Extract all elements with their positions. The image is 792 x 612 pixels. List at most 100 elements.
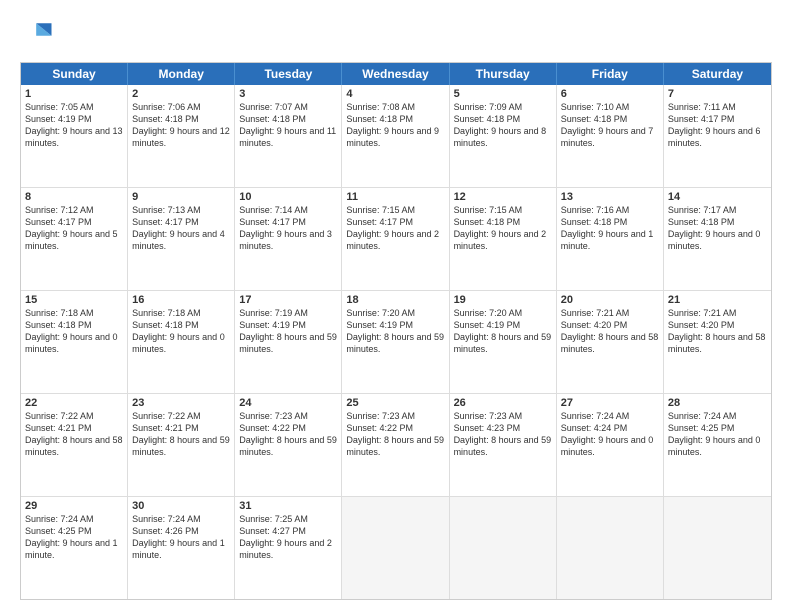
day-cell-11: 11Sunrise: 7:15 AMSunset: 4:17 PMDayligh… [342,188,449,290]
day-info: Sunrise: 7:08 AMSunset: 4:18 PMDaylight:… [346,101,444,150]
day-number: 27 [561,397,659,409]
day-cell-23: 23Sunrise: 7:22 AMSunset: 4:21 PMDayligh… [128,394,235,496]
day-info: Sunrise: 7:18 AMSunset: 4:18 PMDaylight:… [132,307,230,356]
header-day-friday: Friday [557,63,664,85]
day-number: 25 [346,397,444,409]
day-number: 12 [454,191,552,203]
day-number: 6 [561,88,659,100]
day-info: Sunrise: 7:21 AMSunset: 4:20 PMDaylight:… [668,307,767,356]
header-day-wednesday: Wednesday [342,63,449,85]
day-info: Sunrise: 7:20 AMSunset: 4:19 PMDaylight:… [346,307,444,356]
day-info: Sunrise: 7:12 AMSunset: 4:17 PMDaylight:… [25,204,123,253]
day-number: 1 [25,88,123,100]
day-number: 11 [346,191,444,203]
day-info: Sunrise: 7:24 AMSunset: 4:25 PMDaylight:… [25,513,123,562]
day-number: 20 [561,294,659,306]
day-info: Sunrise: 7:24 AMSunset: 4:24 PMDaylight:… [561,410,659,459]
day-info: Sunrise: 7:13 AMSunset: 4:17 PMDaylight:… [132,204,230,253]
day-number: 24 [239,397,337,409]
day-info: Sunrise: 7:14 AMSunset: 4:17 PMDaylight:… [239,204,337,253]
day-info: Sunrise: 7:23 AMSunset: 4:22 PMDaylight:… [346,410,444,459]
day-cell-31: 31Sunrise: 7:25 AMSunset: 4:27 PMDayligh… [235,497,342,599]
day-number: 4 [346,88,444,100]
day-cell-1: 1Sunrise: 7:05 AMSunset: 4:19 PMDaylight… [21,85,128,187]
day-cell-21: 21Sunrise: 7:21 AMSunset: 4:20 PMDayligh… [664,291,771,393]
day-number: 18 [346,294,444,306]
day-cell-7: 7Sunrise: 7:11 AMSunset: 4:17 PMDaylight… [664,85,771,187]
day-cell-5: 5Sunrise: 7:09 AMSunset: 4:18 PMDaylight… [450,85,557,187]
calendar-row-5: 29Sunrise: 7:24 AMSunset: 4:25 PMDayligh… [21,497,771,599]
day-number: 29 [25,500,123,512]
calendar-row-3: 15Sunrise: 7:18 AMSunset: 4:18 PMDayligh… [21,291,771,394]
day-info: Sunrise: 7:24 AMSunset: 4:26 PMDaylight:… [132,513,230,562]
header [20,16,772,52]
empty-cell [557,497,664,599]
calendar-row-1: 1Sunrise: 7:05 AMSunset: 4:19 PMDaylight… [21,85,771,188]
day-info: Sunrise: 7:22 AMSunset: 4:21 PMDaylight:… [132,410,230,459]
header-day-thursday: Thursday [450,63,557,85]
day-info: Sunrise: 7:18 AMSunset: 4:18 PMDaylight:… [25,307,123,356]
day-cell-13: 13Sunrise: 7:16 AMSunset: 4:18 PMDayligh… [557,188,664,290]
day-cell-12: 12Sunrise: 7:15 AMSunset: 4:18 PMDayligh… [450,188,557,290]
day-info: Sunrise: 7:16 AMSunset: 4:18 PMDaylight:… [561,204,659,253]
day-cell-15: 15Sunrise: 7:18 AMSunset: 4:18 PMDayligh… [21,291,128,393]
day-cell-19: 19Sunrise: 7:20 AMSunset: 4:19 PMDayligh… [450,291,557,393]
header-day-monday: Monday [128,63,235,85]
day-cell-10: 10Sunrise: 7:14 AMSunset: 4:17 PMDayligh… [235,188,342,290]
empty-cell [450,497,557,599]
day-cell-25: 25Sunrise: 7:23 AMSunset: 4:22 PMDayligh… [342,394,449,496]
day-number: 21 [668,294,767,306]
day-number: 19 [454,294,552,306]
day-info: Sunrise: 7:07 AMSunset: 4:18 PMDaylight:… [239,101,337,150]
day-number: 28 [668,397,767,409]
day-number: 2 [132,88,230,100]
calendar-header: SundayMondayTuesdayWednesdayThursdayFrid… [21,63,771,85]
day-info: Sunrise: 7:09 AMSunset: 4:18 PMDaylight:… [454,101,552,150]
day-number: 8 [25,191,123,203]
day-info: Sunrise: 7:23 AMSunset: 4:23 PMDaylight:… [454,410,552,459]
day-info: Sunrise: 7:17 AMSunset: 4:18 PMDaylight:… [668,204,767,253]
day-cell-22: 22Sunrise: 7:22 AMSunset: 4:21 PMDayligh… [21,394,128,496]
day-number: 3 [239,88,337,100]
day-info: Sunrise: 7:10 AMSunset: 4:18 PMDaylight:… [561,101,659,150]
day-cell-14: 14Sunrise: 7:17 AMSunset: 4:18 PMDayligh… [664,188,771,290]
day-cell-26: 26Sunrise: 7:23 AMSunset: 4:23 PMDayligh… [450,394,557,496]
day-cell-9: 9Sunrise: 7:13 AMSunset: 4:17 PMDaylight… [128,188,235,290]
calendar: SundayMondayTuesdayWednesdayThursdayFrid… [20,62,772,600]
day-info: Sunrise: 7:20 AMSunset: 4:19 PMDaylight:… [454,307,552,356]
day-number: 9 [132,191,230,203]
day-cell-29: 29Sunrise: 7:24 AMSunset: 4:25 PMDayligh… [21,497,128,599]
day-cell-8: 8Sunrise: 7:12 AMSunset: 4:17 PMDaylight… [21,188,128,290]
day-number: 7 [668,88,767,100]
day-number: 16 [132,294,230,306]
day-cell-24: 24Sunrise: 7:23 AMSunset: 4:22 PMDayligh… [235,394,342,496]
day-cell-17: 17Sunrise: 7:19 AMSunset: 4:19 PMDayligh… [235,291,342,393]
day-info: Sunrise: 7:11 AMSunset: 4:17 PMDaylight:… [668,101,767,150]
day-cell-4: 4Sunrise: 7:08 AMSunset: 4:18 PMDaylight… [342,85,449,187]
day-number: 26 [454,397,552,409]
calendar-row-4: 22Sunrise: 7:22 AMSunset: 4:21 PMDayligh… [21,394,771,497]
day-number: 13 [561,191,659,203]
day-info: Sunrise: 7:25 AMSunset: 4:27 PMDaylight:… [239,513,337,562]
header-day-saturday: Saturday [664,63,771,85]
day-info: Sunrise: 7:05 AMSunset: 4:19 PMDaylight:… [25,101,123,150]
header-day-sunday: Sunday [21,63,128,85]
day-info: Sunrise: 7:19 AMSunset: 4:19 PMDaylight:… [239,307,337,356]
day-number: 30 [132,500,230,512]
day-number: 14 [668,191,767,203]
logo-icon [20,16,56,52]
day-cell-6: 6Sunrise: 7:10 AMSunset: 4:18 PMDaylight… [557,85,664,187]
day-number: 10 [239,191,337,203]
calendar-body: 1Sunrise: 7:05 AMSunset: 4:19 PMDaylight… [21,85,771,599]
day-cell-27: 27Sunrise: 7:24 AMSunset: 4:24 PMDayligh… [557,394,664,496]
day-cell-16: 16Sunrise: 7:18 AMSunset: 4:18 PMDayligh… [128,291,235,393]
day-number: 17 [239,294,337,306]
day-info: Sunrise: 7:22 AMSunset: 4:21 PMDaylight:… [25,410,123,459]
empty-cell [664,497,771,599]
day-info: Sunrise: 7:15 AMSunset: 4:17 PMDaylight:… [346,204,444,253]
day-info: Sunrise: 7:23 AMSunset: 4:22 PMDaylight:… [239,410,337,459]
header-day-tuesday: Tuesday [235,63,342,85]
day-cell-2: 2Sunrise: 7:06 AMSunset: 4:18 PMDaylight… [128,85,235,187]
empty-cell [342,497,449,599]
day-cell-30: 30Sunrise: 7:24 AMSunset: 4:26 PMDayligh… [128,497,235,599]
